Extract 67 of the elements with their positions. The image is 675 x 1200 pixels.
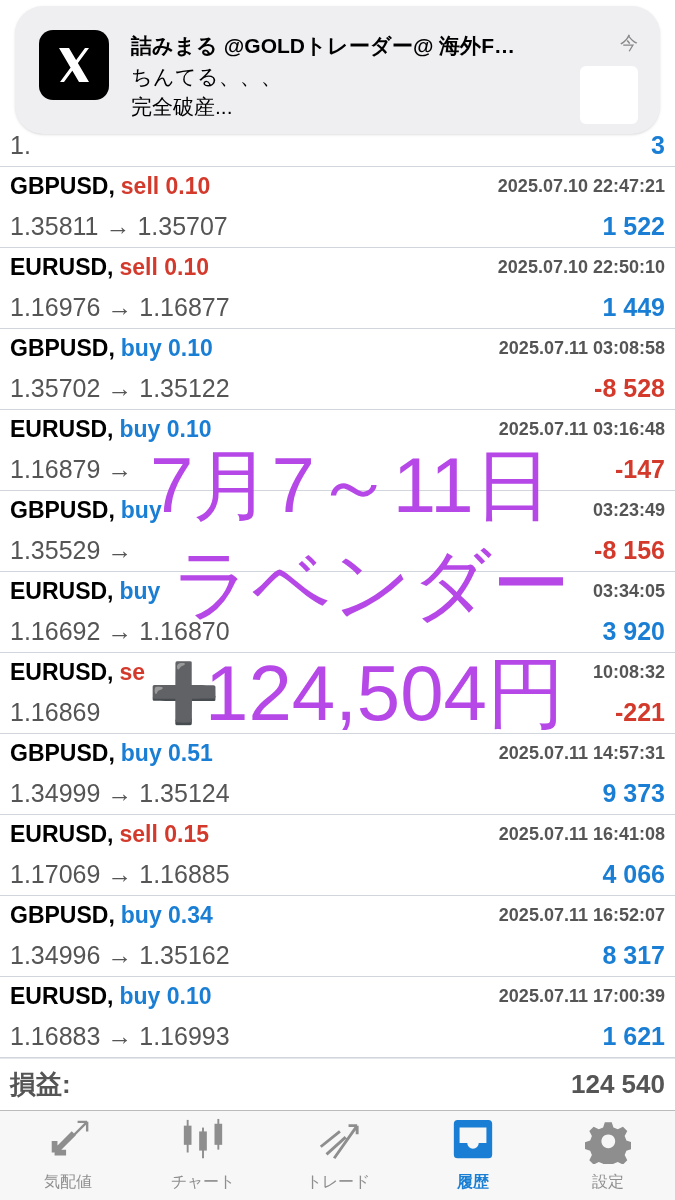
order-text: buy 0.10 [119,982,212,1011]
order-text: sell 0.10 [120,172,211,201]
profit-text: 1 449 [602,291,665,323]
time-text: 2025.07.11 16:52:07 [498,903,665,927]
profit-text: 1 522 [602,210,665,242]
symbol-text: EURUSD, [10,658,114,687]
summary-value: 124 540 [571,1068,665,1101]
symbol-text: EURUSD, [10,820,114,849]
notification-title: 詰みまる @GOLDトレーダー@ 海外F… [131,33,516,59]
profit-text: 1 621 [602,1020,665,1052]
profit-text: -147 [614,453,665,485]
time-text: 2025.07.11 14:57:31 [498,741,665,765]
time-text: 2025.07.11 03:16:48 [498,417,665,441]
symbol-text: GBPUSD, [10,172,115,201]
app-icon [39,30,109,100]
tab[interactable]: 気配値 [0,1111,135,1200]
notification-time: 今 [620,32,638,55]
profit-text: -8 156 [594,534,665,566]
time-text: 2025.07.10 22:50:10 [497,255,665,279]
price-text: 1.35702 → 1.35122 [10,372,230,404]
price-text: 1.16879 → [10,453,133,485]
price-text: 1.35811 → 1.35707 [10,210,228,242]
symbol-text: GBPUSD, [10,496,115,525]
time-text: 03:34:05 [592,579,665,603]
profit-text: 9 373 [602,777,665,809]
order-text: sell 0.10 [119,253,210,282]
price-text: 1.34996 → 1.35162 [10,939,230,971]
price-text: 1.16883 → 1.16993 [10,1020,230,1052]
profit-text: 8 317 [602,939,665,971]
profit-text: -221 [614,696,665,728]
symbol-text: EURUSD, [10,577,114,606]
price-text: 1.35529 → [10,534,133,566]
profit-text: 4 066 [602,858,665,890]
tab[interactable]: 設定 [540,1111,675,1200]
symbol-text: EURUSD, [10,415,114,444]
symbol-text: GBPUSD, [10,334,115,363]
time-text: 2025.07.11 16:41:08 [498,822,665,846]
order-text: buy 0.34 [120,901,213,930]
tab[interactable]: チャート [135,1111,270,1200]
summary-label: 損益: [10,1068,71,1101]
order-text: buy [119,577,161,606]
time-text: 10:08:32 [592,660,665,684]
symbol-text: EURUSD, [10,982,114,1011]
profit-text: -8 528 [594,372,665,404]
profit-text: 3 920 [602,615,665,647]
tab[interactable]: トレード [270,1111,405,1200]
order-text: se [119,658,146,687]
symbol-text: EURUSD, [10,253,114,282]
time-text: 2025.07.11 03:08:58 [498,336,665,360]
price-text: 1.16976 → 1.16877 [10,291,230,323]
order-text: buy 0.10 [119,415,212,444]
time-text: 03:23:49 [592,498,665,522]
order-text: sell 0.15 [119,820,210,849]
price-text: 1.34999 → 1.35124 [10,777,230,809]
tab[interactable]: 履歴 [405,1111,540,1200]
time-text: 2025.07.10 22:47:21 [497,174,665,198]
order-text: buy 0.51 [120,739,213,768]
notification-text: 完全破産... [131,93,234,120]
symbol-text: GBPUSD, [10,901,115,930]
price-text: 1.17069 → 1.16885 [10,858,230,890]
annotation-text: ラベンダー [172,545,570,623]
symbol-text: GBPUSD, [10,739,115,768]
time-text: 2025.07.11 17:00:39 [498,984,665,1008]
notification-banner[interactable]: 詰みまる @GOLDトレーダー@ 海外F… 今 ちんてる、、、 完全破産... [15,6,660,134]
order-text: buy 0.10 [120,334,213,363]
price-text: 1.16869 [10,696,101,728]
notification-text: ちんてる、、、 [131,63,282,90]
